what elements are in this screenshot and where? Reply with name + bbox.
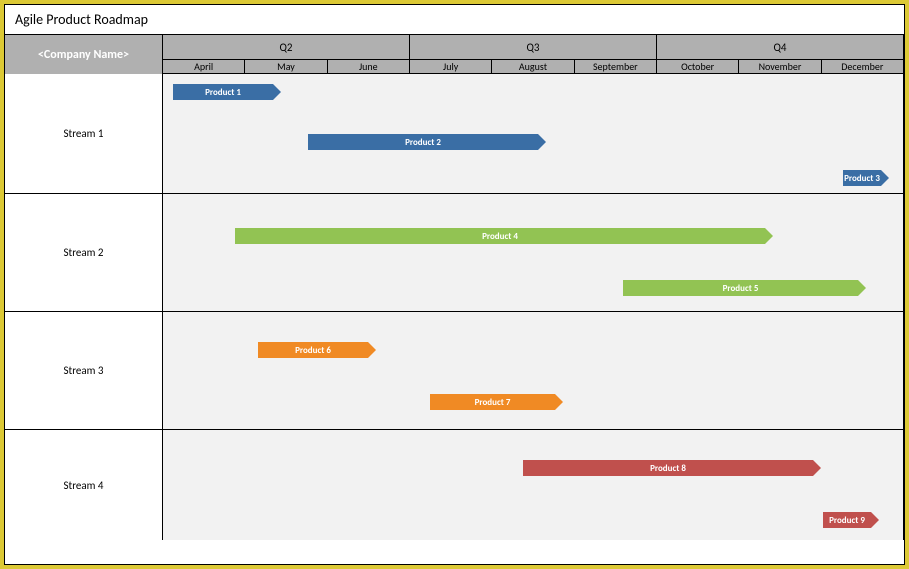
month-cell: October — [657, 60, 739, 74]
product-bar[interactable]: Product 8 — [523, 460, 813, 476]
roadmap-sheet: Agile Product Roadmap <Company Name> Q2 … — [4, 4, 905, 565]
month-cell: November — [739, 60, 821, 74]
product-bar[interactable]: Product 6 — [258, 342, 368, 358]
month-cell: June — [328, 60, 410, 74]
month-cell: July — [410, 60, 492, 74]
month-cell: May — [245, 60, 327, 74]
stream-label: Stream 4 — [5, 430, 163, 540]
product-bar[interactable]: Product 3 — [843, 170, 881, 186]
quarter-cell: Q2 — [163, 34, 410, 60]
stream-lane: Product 6 Product 7 — [163, 312, 904, 430]
product-bar[interactable]: Product 7 — [430, 394, 555, 410]
month-cell: August — [492, 60, 574, 74]
quarter-cell: Q3 — [410, 34, 657, 60]
stream-label: Stream 2 — [5, 194, 163, 312]
month-cell: September — [575, 60, 657, 74]
month-cell: April — [163, 60, 245, 74]
page-title: Agile Product Roadmap — [5, 5, 904, 34]
stream-row: Stream 3 Product 6 Product 7 — [5, 312, 904, 430]
header-grid: <Company Name> Q2 Q3 Q4 April May June J… — [5, 34, 904, 74]
product-bar[interactable]: Product 4 — [235, 228, 765, 244]
stream-row: Stream 4 Product 8 Product 9 — [5, 430, 904, 540]
product-bar[interactable]: Product 9 — [823, 512, 871, 528]
stream-lane: Product 4 Product 5 — [163, 194, 904, 312]
product-bar[interactable]: Product 2 — [308, 134, 538, 150]
product-bar[interactable]: Product 5 — [623, 280, 858, 296]
stream-label: Stream 1 — [5, 74, 163, 194]
quarter-cell: Q4 — [657, 34, 904, 60]
stream-row: Stream 2 Product 4 Product 5 — [5, 194, 904, 312]
stream-lane: Product 1 Product 2 Product 3 — [163, 74, 904, 194]
stream-row: Stream 1 Product 1 Product 2 Product 3 — [5, 74, 904, 194]
month-cell: December — [822, 60, 904, 74]
stream-label: Stream 3 — [5, 312, 163, 430]
product-bar[interactable]: Product 1 — [173, 84, 273, 100]
company-name-cell[interactable]: <Company Name> — [5, 34, 163, 74]
stream-lane: Product 8 Product 9 — [163, 430, 904, 540]
